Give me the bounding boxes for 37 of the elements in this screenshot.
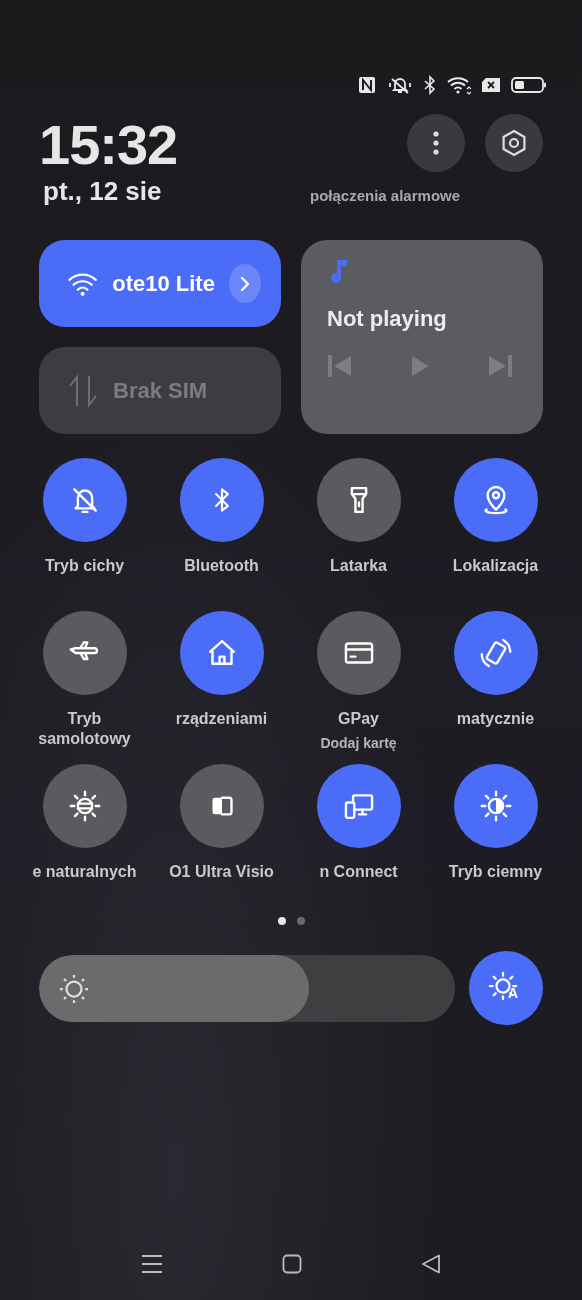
back-icon[interactable] [421, 1254, 441, 1274]
battery-icon [511, 75, 547, 95]
media-title: Not playing [327, 306, 448, 332]
data-arrows-icon [67, 373, 99, 408]
page-dot[interactable] [296, 917, 305, 925]
toggle-label: matycznie [456, 709, 535, 729]
toggle-label: e naturalnych [32, 862, 137, 882]
wifi-icon [447, 75, 471, 95]
toggle-sublabel: Dodaj kartę [320, 735, 397, 751]
wifi-tile[interactable]: ote10 Lite [39, 240, 281, 327]
mobile-data-label: Brak SIM [113, 377, 209, 404]
toggle-label: Bluetooth [184, 556, 259, 576]
wifi-network-name: ote10 Lite [112, 270, 215, 297]
menu-icon[interactable] [141, 1254, 163, 1274]
auto-brightness-icon [488, 971, 518, 1001]
emergency-calls-text: połączenia alarmowe [310, 187, 462, 204]
toggle-label: Tryb ciemny [448, 862, 543, 882]
toggle-label: Tryb samolotowy [37, 709, 132, 749]
page-dot[interactable] [277, 917, 286, 925]
toggle-label: n Connect [319, 862, 398, 882]
auto-brightness-button[interactable]: A [469, 951, 543, 1025]
clock-time: 15:32 [39, 114, 178, 176]
toggle-label: Tryb cichy [44, 556, 125, 576]
toggle-label: rządzeniami [175, 709, 268, 729]
toggle-label: O1 Ultra Visio [169, 862, 274, 882]
date-text: pt., 12 sie [43, 176, 163, 206]
sim-error-icon [481, 75, 501, 95]
toggle-label: GPay [338, 709, 379, 729]
vibrate-off-icon [387, 75, 413, 95]
wifi-details-button[interactable] [228, 264, 261, 303]
bluetooth-icon [423, 75, 437, 95]
home-button-icon[interactable] [282, 1254, 302, 1274]
nfc-icon [357, 75, 377, 95]
brightness-icon [59, 973, 89, 1004]
toggle-label: Lokalizacja [452, 556, 539, 576]
toggle-label: Latarka [330, 556, 387, 576]
more-icon [432, 130, 440, 156]
